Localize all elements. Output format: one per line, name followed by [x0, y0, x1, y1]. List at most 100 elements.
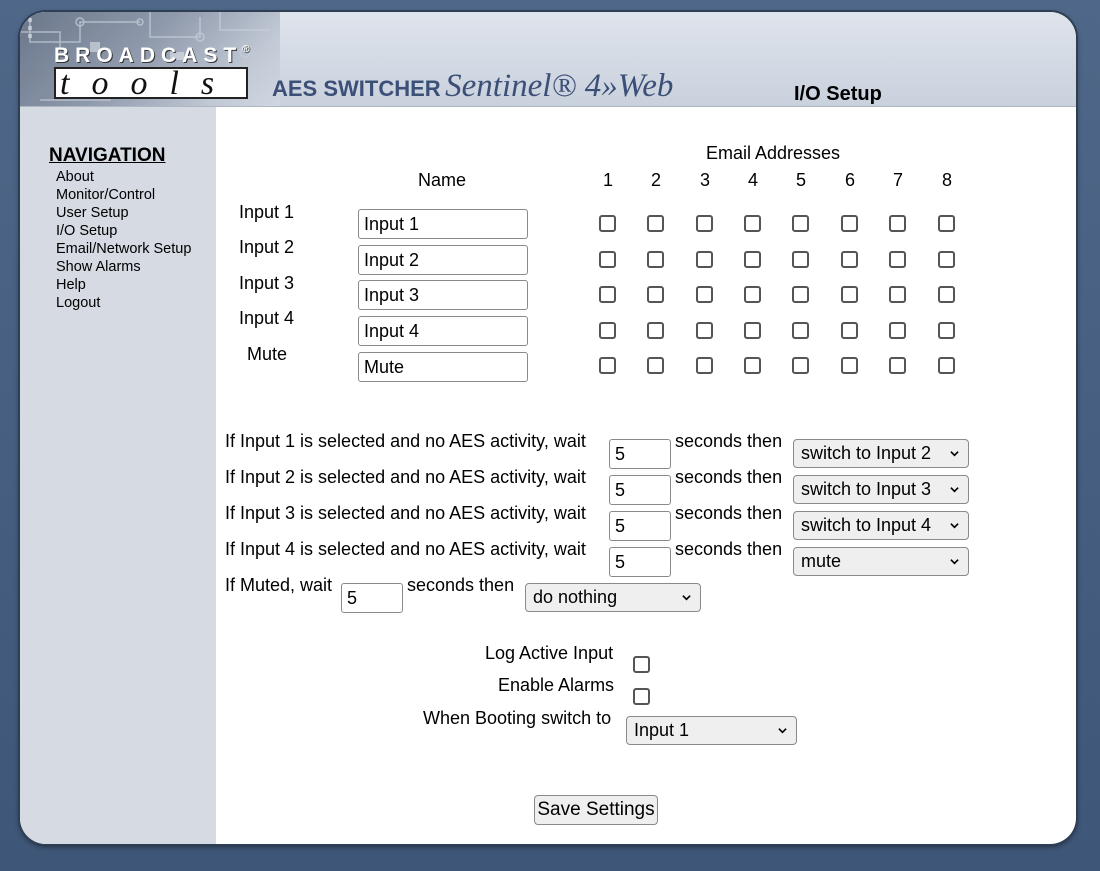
email-checkbox[interactable] [841, 357, 858, 374]
email-checkbox[interactable] [792, 215, 809, 232]
nav-item-logout[interactable]: Logout [56, 294, 191, 312]
select-value: switch to Input 4 [801, 515, 932, 535]
email-checkbox[interactable] [792, 286, 809, 303]
row-label-mute: Mute [247, 344, 288, 364]
muted-rule-text: If Muted, wait [225, 575, 333, 595]
email-checkbox[interactable] [889, 286, 906, 303]
nav-item-monitor-control[interactable]: Monitor/Control [56, 186, 191, 204]
email-checkbox[interactable] [696, 286, 713, 303]
select-value: switch to Input 3 [801, 479, 932, 499]
email-checkbox[interactable] [889, 251, 906, 268]
email-column-header: 2 [651, 170, 662, 190]
email-column-header: 8 [942, 170, 953, 190]
name-field-input-3[interactable] [358, 280, 528, 310]
product-title-part1: AES SWITCHER [272, 76, 441, 101]
email-checkbox[interactable] [938, 215, 955, 232]
email-checkbox[interactable] [889, 215, 906, 232]
email-checkbox[interactable] [599, 357, 616, 374]
wait-seconds-input-4[interactable] [609, 547, 671, 577]
nav-item-about[interactable]: About [56, 168, 191, 186]
email-checkbox[interactable] [647, 357, 664, 374]
chevron-down-icon [778, 728, 787, 734]
log-active-input-checkbox[interactable] [633, 656, 650, 673]
email-checkbox[interactable] [599, 215, 616, 232]
email-checkbox[interactable] [647, 251, 664, 268]
muted-action-select[interactable]: do nothing [525, 583, 701, 612]
nav-item-help[interactable]: Help [56, 276, 191, 294]
email-checkbox[interactable] [696, 215, 713, 232]
name-field-mute[interactable] [358, 352, 528, 382]
email-checkbox[interactable] [599, 251, 616, 268]
email-column-header: 1 [603, 170, 614, 190]
email-checkbox[interactable] [841, 251, 858, 268]
name-field-input-1[interactable] [358, 209, 528, 239]
nav-item-io-setup[interactable]: I/O Setup [56, 222, 191, 240]
row-label-input-3: Input 3 [239, 273, 295, 293]
chevron-down-icon [950, 451, 959, 457]
wait-seconds-input-2[interactable] [609, 475, 671, 505]
muted-wait-seconds-input[interactable] [341, 583, 403, 613]
failover-action-select-2[interactable]: switch to Input 3 [793, 475, 969, 504]
failover-rule-4-text: If Input 4 is selected and no AES activi… [225, 539, 586, 559]
product-title: AES SWITCHER Sentinel® 4»Web [272, 68, 673, 105]
nav-item-user-setup[interactable]: User Setup [56, 204, 191, 222]
email-checkbox[interactable] [744, 215, 761, 232]
select-value: switch to Input 2 [801, 443, 932, 463]
email-checkbox[interactable] [938, 322, 955, 339]
nav-list: About Monitor/Control User Setup I/O Set… [56, 168, 191, 312]
wait-seconds-input-1[interactable] [609, 439, 671, 469]
nav-item-show-alarms[interactable]: Show Alarms [56, 258, 191, 276]
select-value: do nothing [533, 587, 618, 607]
chevron-down-icon [682, 595, 691, 601]
email-checkbox[interactable] [938, 286, 955, 303]
email-addresses-header: Email Addresses [706, 143, 841, 163]
log-active-input-label: Log Active Input [485, 643, 614, 663]
email-checkbox[interactable] [647, 215, 664, 232]
failover-action-select-3[interactable]: switch to Input 4 [793, 511, 969, 540]
failover-action-select-1[interactable]: switch to Input 2 [793, 439, 969, 468]
name-field-input-2[interactable] [358, 245, 528, 275]
boot-input-label: When Booting switch to [423, 708, 612, 728]
email-checkbox[interactable] [744, 251, 761, 268]
nav-title: NAVIGATION [49, 145, 166, 166]
email-checkbox[interactable] [841, 322, 858, 339]
enable-alarms-checkbox[interactable] [633, 688, 650, 705]
wait-seconds-input-3[interactable] [609, 511, 671, 541]
email-column-header: 3 [700, 170, 711, 190]
failover-action-select-4[interactable]: mute [793, 547, 969, 576]
email-checkbox[interactable] [744, 357, 761, 374]
sidebar: NAVIGATION About Monitor/Control User Se… [20, 107, 216, 844]
email-checkbox[interactable] [841, 215, 858, 232]
header-banner: BROADCAST® tools AES SWITCHER Sentinel® … [20, 12, 1076, 107]
select-value: Input 1 [634, 720, 690, 740]
name-column-header: Name [418, 170, 467, 190]
boot-input-select[interactable]: Input 1 [626, 716, 797, 745]
email-column-header: 4 [748, 170, 759, 190]
email-checkbox[interactable] [938, 357, 955, 374]
save-settings-button[interactable]: Save Settings [534, 795, 658, 825]
name-field-input-4[interactable] [358, 316, 528, 346]
email-checkbox[interactable] [696, 251, 713, 268]
email-checkbox[interactable] [841, 286, 858, 303]
email-checkbox[interactable] [599, 322, 616, 339]
email-checkbox[interactable] [792, 322, 809, 339]
email-checkbox[interactable] [744, 322, 761, 339]
email-checkbox[interactable] [647, 286, 664, 303]
email-checkbox[interactable] [599, 286, 616, 303]
email-checkbox[interactable] [889, 357, 906, 374]
page-title: I/O Setup [794, 83, 882, 105]
muted-rule-suffix: seconds then [407, 575, 515, 595]
failover-rule-3-suffix: seconds then [675, 503, 783, 523]
email-checkbox[interactable] [696, 322, 713, 339]
nav-item-email-network-setup[interactable]: Email/Network Setup [56, 240, 191, 258]
email-checkbox[interactable] [647, 322, 664, 339]
row-label-input-1: Input 1 [239, 202, 295, 222]
email-checkbox[interactable] [889, 322, 906, 339]
chevron-down-icon [950, 487, 959, 493]
email-checkbox[interactable] [792, 357, 809, 374]
email-checkbox[interactable] [696, 357, 713, 374]
email-checkbox[interactable] [744, 286, 761, 303]
email-checkbox[interactable] [792, 251, 809, 268]
email-checkbox[interactable] [938, 251, 955, 268]
app-window: BROADCAST® tools AES SWITCHER Sentinel® … [20, 12, 1076, 844]
